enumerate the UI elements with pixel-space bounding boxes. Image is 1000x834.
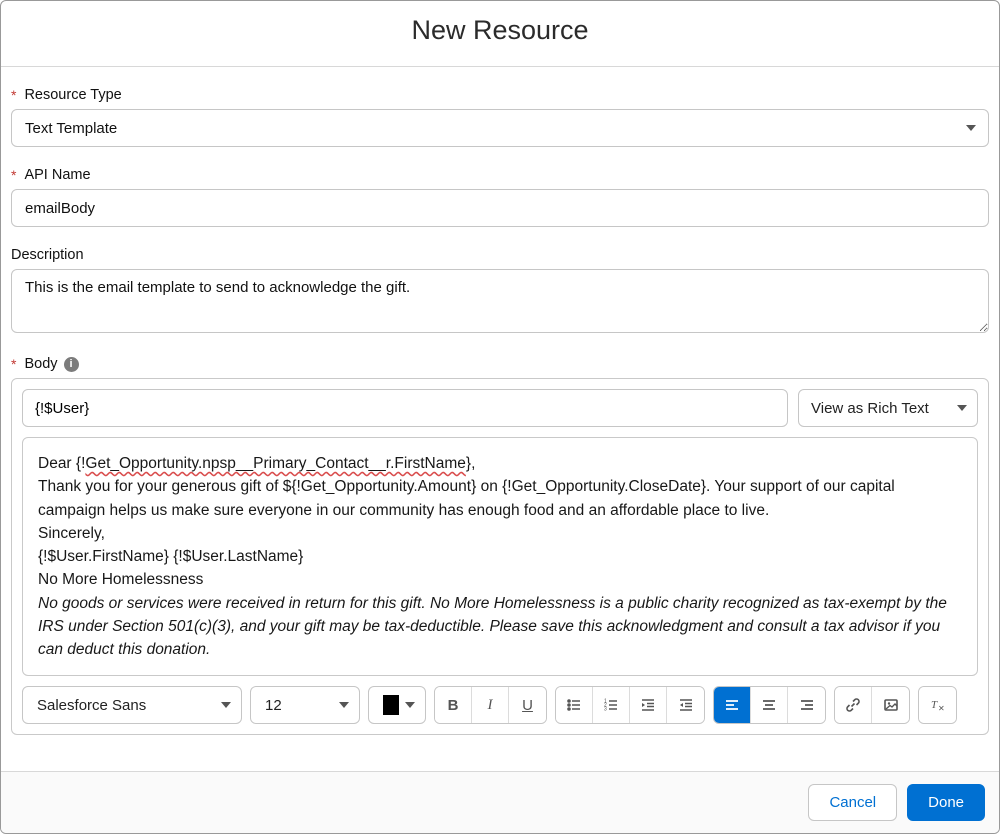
bullet-list-button[interactable] (556, 687, 593, 723)
body-text: Thank you for your generous gift of ${!G… (38, 475, 962, 522)
chevron-down-icon (966, 125, 976, 131)
rich-text-editor[interactable]: Dear {!Get_Opportunity.npsp__Primary_Con… (22, 437, 978, 676)
body-editor-panel: View as Rich Text Dear {!Get_Opportunity… (11, 378, 989, 735)
list-indent-group: 123 (555, 686, 705, 724)
chevron-down-icon (339, 702, 349, 708)
modal-footer: Cancel Done (1, 771, 999, 833)
image-button[interactable] (872, 687, 909, 723)
body-group: * Body i View as Rich Text Dear {!Get_Op… (11, 356, 989, 735)
body-text: No More Homelessness (38, 568, 962, 591)
svg-text:3: 3 (604, 707, 607, 713)
font-size-value: 12 (265, 697, 282, 714)
chevron-down-icon (405, 702, 415, 708)
font-color-picker[interactable] (368, 686, 426, 724)
insert-group (834, 686, 910, 724)
link-button[interactable] (835, 687, 872, 723)
bold-button[interactable]: B (435, 687, 472, 723)
underline-button[interactable]: U (509, 687, 546, 723)
align-group (713, 686, 826, 724)
align-left-button[interactable] (714, 687, 751, 723)
resource-type-group: * Resource Type Text Template (11, 87, 989, 147)
resource-type-label-row: * Resource Type (11, 87, 989, 103)
align-center-button[interactable] (751, 687, 788, 723)
view-as-value: View as Rich Text (811, 400, 929, 417)
chevron-down-icon (221, 702, 231, 708)
done-button[interactable]: Done (907, 784, 985, 821)
indent-button[interactable] (630, 687, 667, 723)
chevron-down-icon (957, 405, 967, 411)
resource-type-value: Text Template (25, 120, 117, 137)
api-name-label: API Name (24, 167, 90, 183)
view-as-select[interactable]: View as Rich Text (798, 389, 978, 427)
merge-field-span: Get_Opportunity.npsp__Primary_Contact__r… (85, 455, 466, 472)
modal-header: New Resource (1, 1, 999, 67)
body-text: {!$User.FirstName} {!$User.LastName} (38, 545, 962, 568)
modal-title: New Resource (1, 15, 999, 46)
color-swatch-icon (383, 695, 399, 715)
api-name-input[interactable] (11, 189, 989, 227)
resource-type-label: Resource Type (24, 87, 121, 103)
svg-text:✕: ✕ (938, 704, 945, 713)
required-indicator: * (11, 87, 16, 103)
new-resource-modal: New Resource * Resource Type Text Templa… (0, 0, 1000, 834)
outdent-button[interactable] (667, 687, 704, 723)
body-text: Dear {! (38, 455, 85, 472)
font-size-select[interactable]: 12 (250, 686, 360, 724)
clear-group: T✕ (918, 686, 957, 724)
body-text: }, (466, 455, 475, 472)
svg-text:T: T (931, 699, 938, 711)
italic-button[interactable]: I (472, 687, 509, 723)
font-family-select[interactable]: Salesforce Sans (22, 686, 242, 724)
description-label-row: Description (11, 247, 989, 263)
font-family-value: Salesforce Sans (37, 697, 146, 714)
required-indicator: * (11, 356, 16, 372)
body-label-row: * Body i (11, 356, 989, 372)
body-label: Body (24, 356, 57, 372)
align-right-button[interactable] (788, 687, 825, 723)
body-disclaimer: No goods or services were received in re… (38, 592, 962, 662)
description-group: Description This is the email template t… (11, 247, 989, 336)
description-label: Description (11, 247, 84, 263)
modal-body: * Resource Type Text Template * API Name… (1, 67, 999, 771)
description-textarea[interactable]: This is the email template to send to ac… (11, 269, 989, 333)
body-text: Sincerely, (38, 522, 962, 545)
cancel-button[interactable]: Cancel (808, 784, 897, 821)
api-name-group: * API Name (11, 167, 989, 227)
numbered-list-button[interactable]: 123 (593, 687, 630, 723)
editor-toolbar: Salesforce Sans 12 B I U (22, 686, 978, 724)
resource-type-select[interactable]: Text Template (11, 109, 989, 147)
required-indicator: * (11, 167, 16, 183)
info-icon[interactable]: i (64, 357, 79, 372)
clear-formatting-button[interactable]: T✕ (919, 687, 956, 723)
api-name-label-row: * API Name (11, 167, 989, 183)
body-controls-row: View as Rich Text (22, 389, 978, 427)
resource-picker-input[interactable] (22, 389, 788, 427)
text-style-group: B I U (434, 686, 547, 724)
